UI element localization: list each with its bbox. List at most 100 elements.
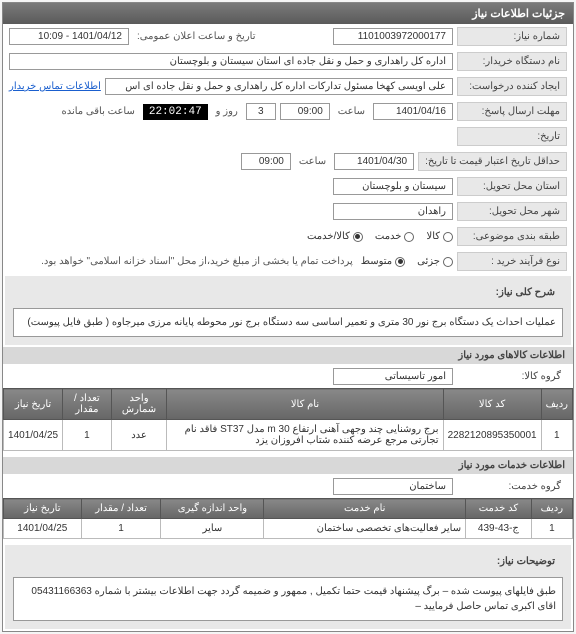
time-label-1: ساعت: [334, 106, 369, 117]
row-province: استان محل تحویل: سیستان و بلوچستان: [3, 174, 573, 199]
th-qty: تعداد / مقدار: [63, 389, 112, 420]
need-number-value: 1101003972000177: [333, 28, 453, 45]
radio-both[interactable]: کالا/خدمت: [307, 231, 363, 242]
cell-code: ج-43-439: [466, 519, 532, 539]
row-need-number: شماره نیاز: 1101003972000177 تاریخ و ساع…: [3, 24, 573, 49]
th-name: نام کالا: [167, 389, 443, 420]
th-unit: واحد اندازه گیری: [161, 499, 264, 519]
city-value: راهدان: [333, 203, 453, 220]
radio-goods-label: کالا: [426, 231, 440, 242]
creator-label: ایجاد کننده درخواست:: [457, 77, 567, 96]
row-creator: ایجاد کننده درخواست: علی اویسی کهخا مسئو…: [3, 74, 573, 99]
desc-label: شرح کلی نیاز:: [451, 284, 561, 301]
contact-link[interactable]: اطلاعات تماس خریدار: [9, 81, 101, 92]
th-qty: تعداد / مقدار: [81, 499, 161, 519]
radio-dot-selected-icon: [395, 257, 405, 267]
radio-dot-icon: [404, 232, 414, 242]
services-section-header: اطلاعات خدمات مورد نیاز: [3, 457, 573, 474]
radio-partial-label: جزئی: [417, 256, 440, 267]
province-label: استان محل تحویل:: [457, 177, 567, 196]
validity-time: 09:00: [241, 153, 291, 170]
cell-qty: 1: [81, 519, 161, 539]
radio-goods[interactable]: کالا: [426, 231, 453, 242]
service-group-label: گروه خدمت:: [457, 478, 567, 495]
notes-section: توضیحات نیاز: طبق فایلهای پیوست شده – بر…: [5, 545, 571, 629]
countdown-timer: 22:02:47: [143, 104, 208, 120]
desc-text: عملیات احداث یک دستگاه برج نور 30 متری و…: [13, 308, 563, 337]
radio-dot-icon: [443, 257, 453, 267]
cell-name: برج روشنایی چند وجهی آهنی ارتفاع 30 m مد…: [167, 420, 443, 451]
th-unit: واحد شمارش: [111, 389, 167, 420]
cell-name: سایر فعالیت‌های تخصصی ساختمان: [264, 519, 466, 539]
services-table-row[interactable]: 1 ج-43-439 سایر فعالیت‌های تخصصی ساختمان…: [4, 519, 573, 539]
radio-service[interactable]: خدمت: [375, 231, 415, 242]
validity-date: 1401/04/30: [334, 153, 414, 170]
remaining-label: ساعت باقی مانده: [57, 106, 138, 117]
radio-both-label: کالا/خدمت: [307, 231, 350, 242]
th-name: نام خدمت: [264, 499, 466, 519]
radio-partial[interactable]: جزئی: [417, 256, 453, 267]
th-idx: ردیف: [531, 499, 572, 519]
row-buyer: نام دستگاه خریدار: اداره کل راهداری و حم…: [3, 49, 573, 74]
day-label: روز و: [212, 106, 242, 117]
announce-value: 1401/04/12 - 10:09: [9, 28, 129, 45]
deadline-time: 09:00: [280, 103, 330, 120]
deadline-label: مهلت ارسال پاسخ:: [457, 102, 567, 121]
payment-note: پرداخت تمام یا بخشی از مبلغ خرید،از محل …: [9, 256, 357, 267]
goods-table-header-row: ردیف کد کالا نام کالا واحد شمارش تعداد /…: [4, 389, 573, 420]
radio-dot-selected-icon: [353, 232, 363, 242]
notes-label: توضیحات نیاز:: [451, 553, 561, 570]
notes-text: طبق فایلهای پیوست شده – برگ پیشنهاد قیمت…: [13, 577, 563, 621]
radio-dot-icon: [443, 232, 453, 242]
budget-label: طبقه بندی موضوعی:: [457, 227, 567, 246]
services-table: ردیف کد خدمت نام خدمت واحد اندازه گیری ت…: [3, 498, 573, 539]
radio-service-label: خدمت: [375, 231, 402, 242]
budget-radio-group: کالا خدمت کالا/خدمت: [307, 231, 453, 242]
cell-qty: 1: [63, 420, 112, 451]
cell-date: 1401/04/25: [4, 420, 63, 451]
validity-label: حداقل تاریخ اعتبار قیمت تا تاریخ:: [418, 152, 567, 171]
radio-medium-label: متوسط: [361, 256, 392, 267]
service-group-value: ساختمان: [333, 478, 453, 495]
th-date: تاریخ نیاز: [4, 499, 82, 519]
row-deadline: مهلت ارسال پاسخ: 1401/04/16 ساعت 09:00 3…: [3, 99, 573, 124]
goods-group-label: گروه کالا:: [457, 368, 567, 385]
th-code: کد کالا: [443, 389, 541, 420]
goods-section-header: اطلاعات کالاهای مورد نیاز: [3, 347, 573, 364]
days-remaining: 3: [246, 103, 276, 120]
cell-idx: 1: [541, 420, 572, 451]
process-radio-group: جزئی متوسط: [361, 256, 453, 267]
need-number-label: شماره نیاز:: [457, 27, 567, 46]
province-value: سیستان و بلوچستان: [333, 178, 453, 195]
row-service-group: گروه خدمت: ساختمان: [3, 474, 573, 498]
buyer-label: نام دستگاه خریدار:: [457, 52, 567, 71]
radio-medium[interactable]: متوسط: [361, 256, 405, 267]
main-panel: جزئیات اطلاعات نیاز شماره نیاز: 11010039…: [2, 2, 574, 632]
buyer-value: اداره کل راهداری و حمل و نقل جاده ای است…: [9, 53, 453, 70]
goods-table: ردیف کد کالا نام کالا واحد شمارش تعداد /…: [3, 388, 573, 451]
row-validity: حداقل تاریخ اعتبار قیمت تا تاریخ: 1401/0…: [3, 149, 573, 174]
th-date: تاریخ نیاز: [4, 389, 63, 420]
city-label: شهر محل تحویل:: [457, 202, 567, 221]
goods-table-row[interactable]: 1 2282120895350001 برج روشنایی چند وجهی …: [4, 420, 573, 451]
row-history: تاریخ:: [3, 124, 573, 149]
history-label: تاریخ:: [457, 127, 567, 146]
row-goods-group: گروه کالا: امور تاسیساتی: [3, 364, 573, 388]
th-idx: ردیف: [541, 389, 572, 420]
goods-group-value: امور تاسیساتی: [333, 368, 453, 385]
cell-date: 1401/04/25: [4, 519, 82, 539]
row-budget: طبقه بندی موضوعی: کالا خدمت کالا/خدمت: [3, 224, 573, 249]
row-city: شهر محل تحویل: راهدان: [3, 199, 573, 224]
row-process: نوع فرآیند خرید : جزئی متوسط پرداخت تمام…: [3, 249, 573, 274]
creator-value: علی اویسی کهخا مسئول تدارکات اداره کل را…: [105, 78, 453, 95]
cell-idx: 1: [531, 519, 572, 539]
cell-unit: سایر: [161, 519, 264, 539]
cell-code: 2282120895350001: [443, 420, 541, 451]
cell-unit: عدد: [111, 420, 167, 451]
announce-label: تاریخ و ساعت اعلان عمومی:: [133, 31, 260, 42]
time-label-2: ساعت: [295, 156, 330, 167]
process-label: نوع فرآیند خرید :: [457, 252, 567, 271]
desc-section: شرح کلی نیاز: عملیات احداث یک دستگاه برج…: [5, 276, 571, 345]
panel-title: جزئیات اطلاعات نیاز: [3, 3, 573, 24]
th-code: کد خدمت: [466, 499, 532, 519]
